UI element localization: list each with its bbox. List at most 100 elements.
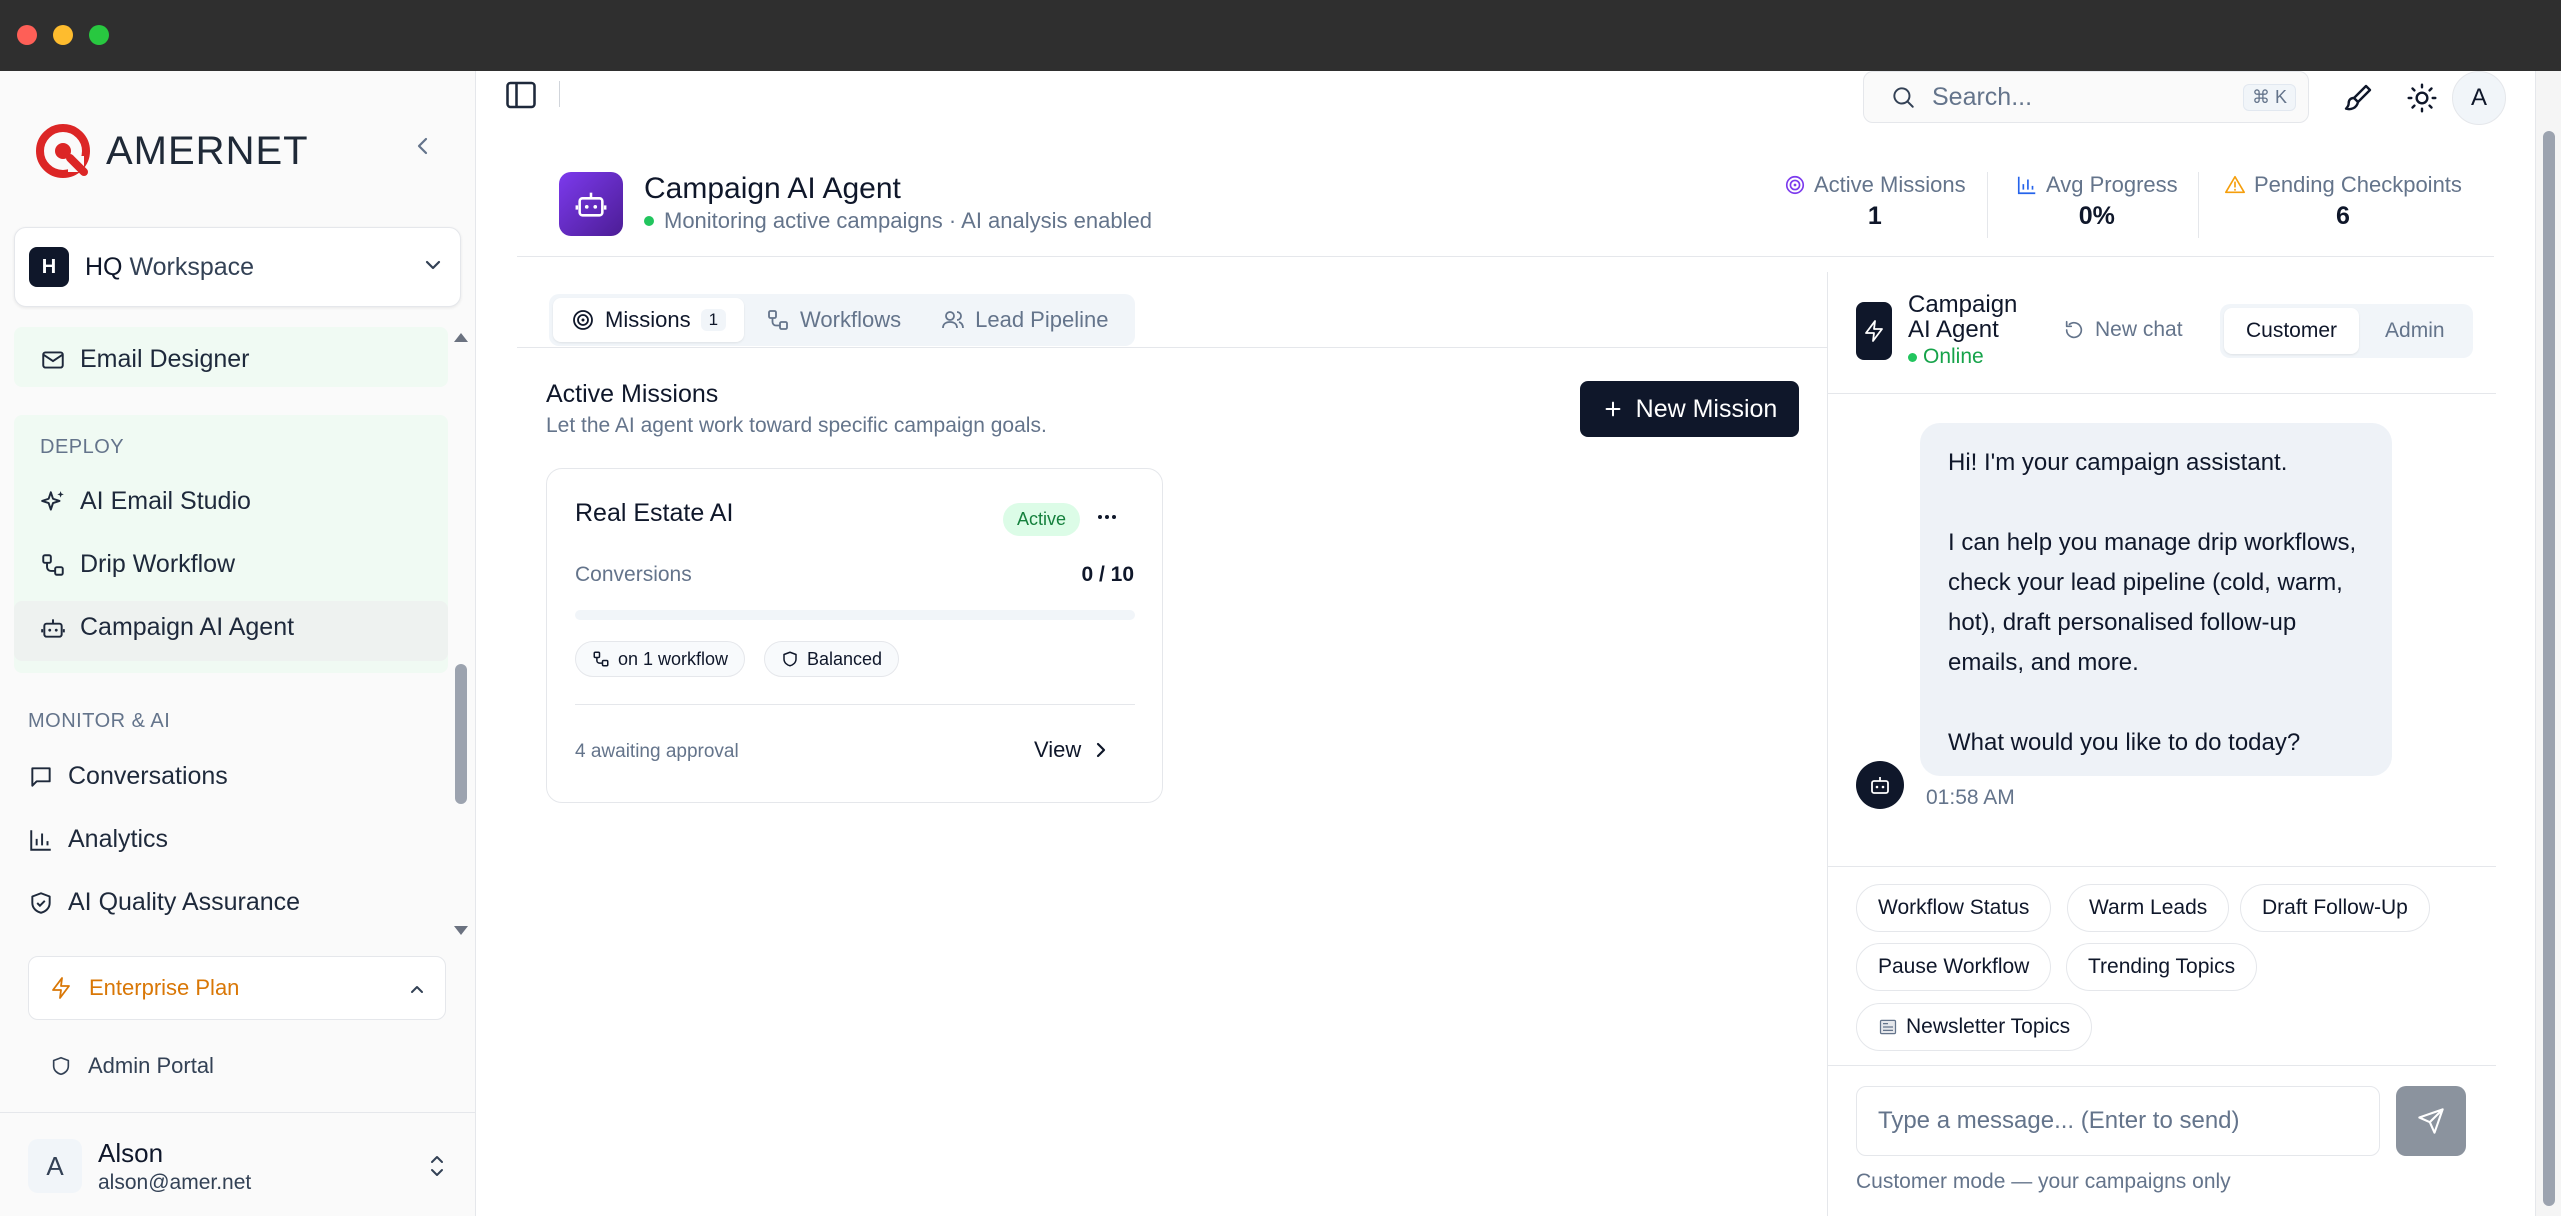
topbar: Search... ⌘ K A — [477, 71, 2535, 125]
enterprise-plan-toggle[interactable]: Enterprise Plan — [28, 956, 446, 1020]
account-avatar-button[interactable]: A — [2452, 71, 2506, 125]
chevron-down-icon — [425, 260, 441, 270]
chat-header-divider — [1828, 393, 2496, 394]
chat-mode-note: Customer mode — your campaigns only — [1856, 1170, 2231, 1193]
sidebar-item-campaign-ai-agent[interactable]: Campaign AI Agent — [40, 613, 294, 642]
workspace-switcher[interactable]: H HQ Workspace — [14, 227, 461, 307]
missions-count-badge: 1 — [700, 309, 727, 331]
message-input[interactable]: Type a message... (Enter to send) — [1856, 1086, 2380, 1156]
tabs-divider — [517, 347, 1827, 348]
target-icon — [573, 310, 593, 330]
sidebar-item-drip-workflow[interactable]: Drip Workflow — [40, 550, 235, 579]
target-icon — [1785, 175, 1805, 195]
collapse-sidebar-button[interactable] — [408, 131, 438, 161]
conversions-value: 0 / 10 — [1081, 563, 1134, 586]
sparkles-icon — [41, 490, 64, 511]
chat-online-status: Online — [1908, 345, 1984, 369]
workflow-icon — [42, 553, 64, 576]
chevron-up-icon — [411, 986, 423, 993]
user-menu[interactable]: A Alson alson@amer.net — [28, 1126, 448, 1206]
close-window-button[interactable] — [17, 25, 37, 45]
bot-icon — [575, 192, 607, 217]
sidebar-item-ai-email-studio[interactable]: AI Email Studio — [40, 487, 251, 516]
window-scrollbar-thumb[interactable] — [2543, 131, 2555, 1206]
message-input-placeholder: Type a message... (Enter to send) — [1878, 1107, 2240, 1134]
quick-action-workflow-status[interactable]: Workflow Status — [1856, 884, 2052, 932]
panel-left-icon — [506, 81, 536, 109]
stat-separator — [2198, 172, 2199, 238]
tab-list: Missions 1 Workflows Lead Pipeline — [549, 294, 1135, 346]
more-horizontal-icon — [1098, 515, 1116, 519]
workspace-name: HQ Workspace — [85, 252, 255, 281]
brand-logo[interactable]: AMERNET — [34, 122, 309, 180]
toggle-sidebar-button[interactable] — [503, 77, 539, 118]
chat-agent-icon — [1856, 302, 1892, 360]
status-badge: Active — [1003, 503, 1081, 536]
workspace-badge: H — [29, 247, 69, 287]
sidebar-item-analytics[interactable]: Analytics — [28, 825, 168, 854]
workflow-icon — [593, 651, 609, 667]
brand-name: AMERNET — [106, 128, 309, 173]
workflow-icon — [768, 310, 788, 330]
tab-lead-pipeline[interactable]: Lead Pipeline — [923, 298, 1126, 342]
users-icon — [942, 311, 965, 329]
stat-active-missions: Active Missions 1 — [1784, 172, 1966, 231]
minimize-window-button[interactable] — [53, 25, 73, 45]
mission-title: Real Estate AI — [575, 499, 734, 527]
stat-pending-checkpoints: Pending Checkpoints 6 — [2224, 172, 2462, 231]
header-divider — [517, 256, 2494, 257]
chat-agent-name: Campaign AI Agent — [1908, 291, 2018, 343]
chevron-right-icon — [1097, 742, 1106, 758]
sidebar-item-conversations[interactable]: Conversations — [28, 762, 228, 791]
section-title: Active Missions — [546, 380, 719, 408]
mission-more-button[interactable] — [1095, 505, 1119, 534]
sidebar-item-ai-quality-assurance[interactable]: AI Quality Assurance — [28, 888, 300, 917]
new-mission-button[interactable]: New Mission — [1580, 381, 1799, 437]
section-label-deploy: DEPLOY — [40, 436, 125, 458]
new-chat-button[interactable]: New chat — [2063, 318, 2183, 342]
send-button[interactable] — [2396, 1086, 2466, 1156]
mission-progress-bar — [575, 610, 1135, 620]
shield-icon — [783, 651, 797, 667]
window-scrollbar[interactable] — [2535, 71, 2561, 1216]
bot-icon — [1871, 777, 1889, 794]
mode-customer[interactable]: Customer — [2224, 308, 2360, 354]
search-input[interactable]: Search... ⌘ K — [1863, 71, 2309, 123]
scroll-up-icon[interactable] — [452, 330, 470, 344]
bot-icon — [41, 618, 65, 638]
quick-action-trending-topics[interactable]: Trending Topics — [2066, 943, 2258, 991]
chevron-left-icon — [417, 137, 428, 155]
tab-workflows[interactable]: Workflows — [748, 298, 919, 342]
chat-divider — [1828, 1065, 2496, 1066]
stat-avg-progress: Avg Progress 0% — [2016, 172, 2178, 231]
sidebar-item-email-designer[interactable]: Email Designer — [40, 345, 250, 374]
mode-admin[interactable]: Admin — [2363, 308, 2467, 354]
page-title: Campaign AI Agent — [644, 172, 901, 205]
newspaper-icon — [1879, 1019, 1897, 1035]
view-mission-button[interactable]: View — [1034, 737, 1109, 763]
maximize-window-button[interactable] — [89, 25, 109, 45]
tab-missions[interactable]: Missions 1 — [553, 298, 745, 342]
awaiting-approval-text: 4 awaiting approval — [575, 741, 739, 762]
theme-toggle-button[interactable] — [2403, 79, 2441, 117]
admin-portal-link[interactable]: Admin Portal — [50, 1053, 214, 1079]
sun-icon — [2407, 83, 2437, 113]
page-subtitle: Monitoring active campaigns · AI analysi… — [644, 208, 1152, 234]
assistant-message: Hi! I'm your campaign assistant. I can h… — [1920, 423, 2392, 776]
chat-divider — [1828, 866, 2496, 867]
theme-customizer-button[interactable] — [2339, 79, 2377, 117]
scroll-down-icon[interactable] — [452, 924, 470, 938]
mode-toggle: Customer Admin — [2220, 304, 2473, 358]
search-placeholder: Search... — [1932, 82, 2033, 111]
quick-action-draft-follow-up[interactable]: Draft Follow-Up — [2240, 884, 2430, 932]
quick-action-newsletter-topics[interactable]: Newsletter Topics — [1856, 1003, 2093, 1051]
online-dot — [1908, 352, 1917, 362]
sidebar: AMERNET H HQ Workspace Email Designer DE… — [0, 71, 476, 1216]
sidebar-scrollbar-thumb[interactable] — [455, 664, 467, 804]
sidebar-divider — [0, 1112, 476, 1113]
zap-icon — [52, 977, 70, 999]
search-shortcut: ⌘ K — [2242, 84, 2296, 111]
section-label-monitor: MONITOR & AI — [28, 710, 171, 732]
quick-action-pause-workflow[interactable]: Pause Workflow — [1856, 943, 2052, 991]
quick-action-warm-leads[interactable]: Warm Leads — [2067, 884, 2230, 932]
